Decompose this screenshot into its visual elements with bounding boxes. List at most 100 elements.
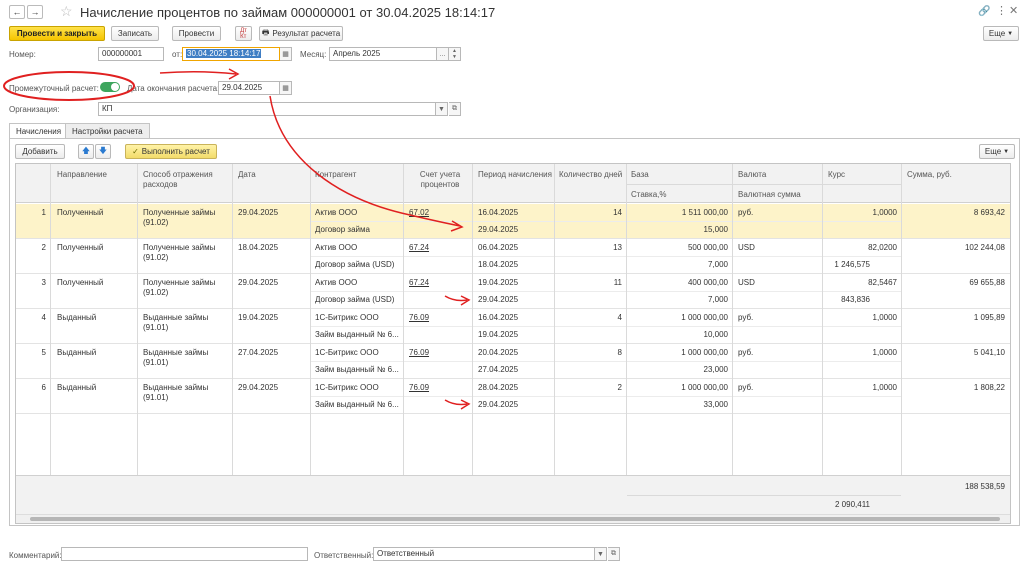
cell-period-from: 06.04.2025 [478, 243, 519, 252]
cell-base: 1 511 000,00 [681, 208, 728, 217]
move-down-button[interactable]: 🡇 [95, 144, 111, 159]
row-number: 3 [41, 278, 46, 287]
dt-kt-button[interactable]: Дт Кт [235, 26, 252, 41]
cell-rate: 7,000 [707, 260, 728, 269]
col-direction[interactable]: Направление [57, 170, 107, 180]
cell-counterparty: 1С-Битрикс ООО [315, 383, 379, 392]
cell-course: 1,0000 [872, 208, 897, 217]
row-subline [310, 361, 902, 362]
end-date-label: Дата окончания расчета: [127, 84, 220, 93]
menu-dots-icon[interactable]: ⋮ [996, 4, 1007, 17]
annotation-arrowhead [228, 68, 240, 80]
month-label: Месяц: [300, 50, 327, 59]
calc-result-button[interactable]: 🖶 Результат расчета [259, 26, 343, 41]
org-dropdown-icon[interactable]: ▼ [436, 102, 448, 116]
col-currency-sum[interactable]: Валютная сумма [738, 190, 801, 200]
cell-days: 11 [613, 278, 622, 287]
tab-accruals[interactable]: Начисления [9, 123, 69, 139]
post-button[interactable]: Провести [172, 26, 221, 41]
cell-account[interactable]: 76.09 [409, 313, 429, 323]
table-row[interactable]: 5 Выданный Выданные займы (91.01) 27.04.202… [16, 344, 1010, 379]
responsible-field[interactable]: Ответственный [373, 547, 595, 561]
month-field[interactable]: Апрель 2025 [329, 47, 437, 61]
table-row[interactable]: 6 Выданный Выданные займы (91.01) 29.04.202… [16, 379, 1010, 414]
comment-field[interactable] [61, 547, 308, 561]
post-and-close-button[interactable]: Провести и закрыть [9, 26, 105, 41]
cell-date: 29.04.2025 [238, 208, 279, 217]
favorite-star-icon[interactable]: ☆ [60, 3, 73, 20]
end-date-calendar-icon[interactable]: ▦ [280, 81, 292, 95]
column-separator [472, 164, 473, 515]
save-button[interactable]: Записать [111, 26, 159, 41]
month-select-button[interactable]: ... [437, 47, 449, 61]
forward-button[interactable]: → [27, 5, 43, 19]
cell-account[interactable]: 76.09 [409, 383, 429, 393]
accruals-table[interactable]: Направление Способ отражения расходов Да… [15, 163, 1011, 524]
cell-contract: Займ выданный № 6... [315, 330, 399, 339]
responsible-dropdown-icon[interactable]: ▼ [595, 547, 607, 561]
cell-direction: Полученный [57, 243, 104, 252]
calc-result-label: Результат расчета [272, 29, 341, 38]
table-row[interactable]: 1 Полученный Полученные займы (91.02) 29.04… [16, 204, 1010, 239]
col-period[interactable]: Период начисления [478, 170, 552, 180]
column-separator [901, 164, 902, 515]
col-course[interactable]: Курс [828, 170, 845, 180]
cell-sum: 1 095,89 [973, 313, 1005, 322]
table-row[interactable]: 4 Выданный Выданные займы (91.01) 19.04.202… [16, 309, 1010, 344]
cell-course: 1,0000 [872, 383, 897, 392]
col-reflection[interactable]: Способ отражения расходов [143, 170, 223, 190]
cell-contract: Займ выданный № 6... [315, 365, 399, 374]
responsible-label: Ответственный: [314, 551, 374, 560]
close-icon[interactable]: ✕ [1009, 4, 1018, 17]
from-label: от: [172, 50, 183, 59]
more-button[interactable]: Еще ▼ [983, 26, 1019, 41]
col-currency[interactable]: Валюта [738, 170, 766, 180]
org-open-icon[interactable]: ⧉ [449, 102, 461, 116]
cell-course: 82,0200 [868, 243, 897, 252]
responsible-open-icon[interactable]: ⧉ [608, 547, 620, 561]
org-field[interactable]: КП [98, 102, 436, 116]
col-days[interactable]: Количество дней [559, 170, 622, 180]
cell-currency: USD [738, 278, 755, 287]
row-number: 5 [41, 348, 46, 357]
cell-contract: Договор займа (USD) [315, 260, 395, 269]
back-button[interactable]: ← [9, 5, 25, 19]
table-row[interactable]: 2 Полученный Полученные займы (91.02) 18.04… [16, 239, 1010, 274]
scrollbar-thumb[interactable] [30, 517, 1000, 521]
cell-currency: USD [738, 243, 755, 252]
end-date-field[interactable]: 29.04.2025 [218, 81, 280, 95]
col-account[interactable]: Счет учета процентов [409, 170, 471, 190]
cell-counterparty: 1С-Битрикс ООО [315, 348, 379, 357]
cell-account[interactable]: 76.09 [409, 348, 429, 358]
move-up-button[interactable]: 🡅 [78, 144, 94, 159]
col-rate[interactable]: Ставка,% [631, 190, 667, 200]
cell-account[interactable]: 67.02 [409, 208, 429, 218]
run-calc-button[interactable]: ✓ Выполнить расчет [125, 144, 217, 159]
cell-currency-sum: 843,836 [841, 295, 870, 304]
cell-account[interactable]: 67.24 [409, 243, 429, 253]
table-footer: 188 538,59 2 090,411 [16, 475, 1010, 515]
number-field[interactable]: 000000001 [98, 47, 164, 61]
table-row[interactable]: 3 Полученный Полученные займы (91.02) 29.04… [16, 274, 1010, 309]
col-sum[interactable]: Сумма, руб. [907, 170, 952, 180]
cell-period-from: 19.04.2025 [478, 278, 519, 287]
tab-settings[interactable]: Настройки расчета [65, 123, 150, 138]
add-button[interactable]: Добавить [15, 144, 65, 159]
link-icon[interactable]: 🔗 [978, 6, 990, 17]
grid-more-button[interactable]: Еще ▼ [979, 144, 1015, 159]
column-separator [626, 164, 627, 515]
cell-account[interactable]: 67.24 [409, 278, 429, 288]
calendar-icon[interactable]: ▦ [280, 47, 292, 61]
col-counterparty[interactable]: Контрагент [315, 170, 356, 180]
col-base[interactable]: База [631, 170, 649, 180]
cell-rate: 10,000 [703, 330, 728, 339]
cell-sum: 8 693,42 [973, 208, 1005, 217]
month-spin-button[interactable]: ▲ ▼ [449, 47, 461, 61]
horizontal-scrollbar[interactable] [16, 514, 1010, 523]
cell-currency: руб. [738, 208, 754, 217]
total-currency-sum: 2 090,411 [835, 500, 870, 509]
interim-toggle[interactable] [100, 82, 120, 92]
col-date[interactable]: Дата [238, 170, 256, 180]
date-field[interactable]: 30.04.2025 18:14:17 [182, 47, 280, 61]
cell-course: 82,5467 [868, 278, 897, 287]
